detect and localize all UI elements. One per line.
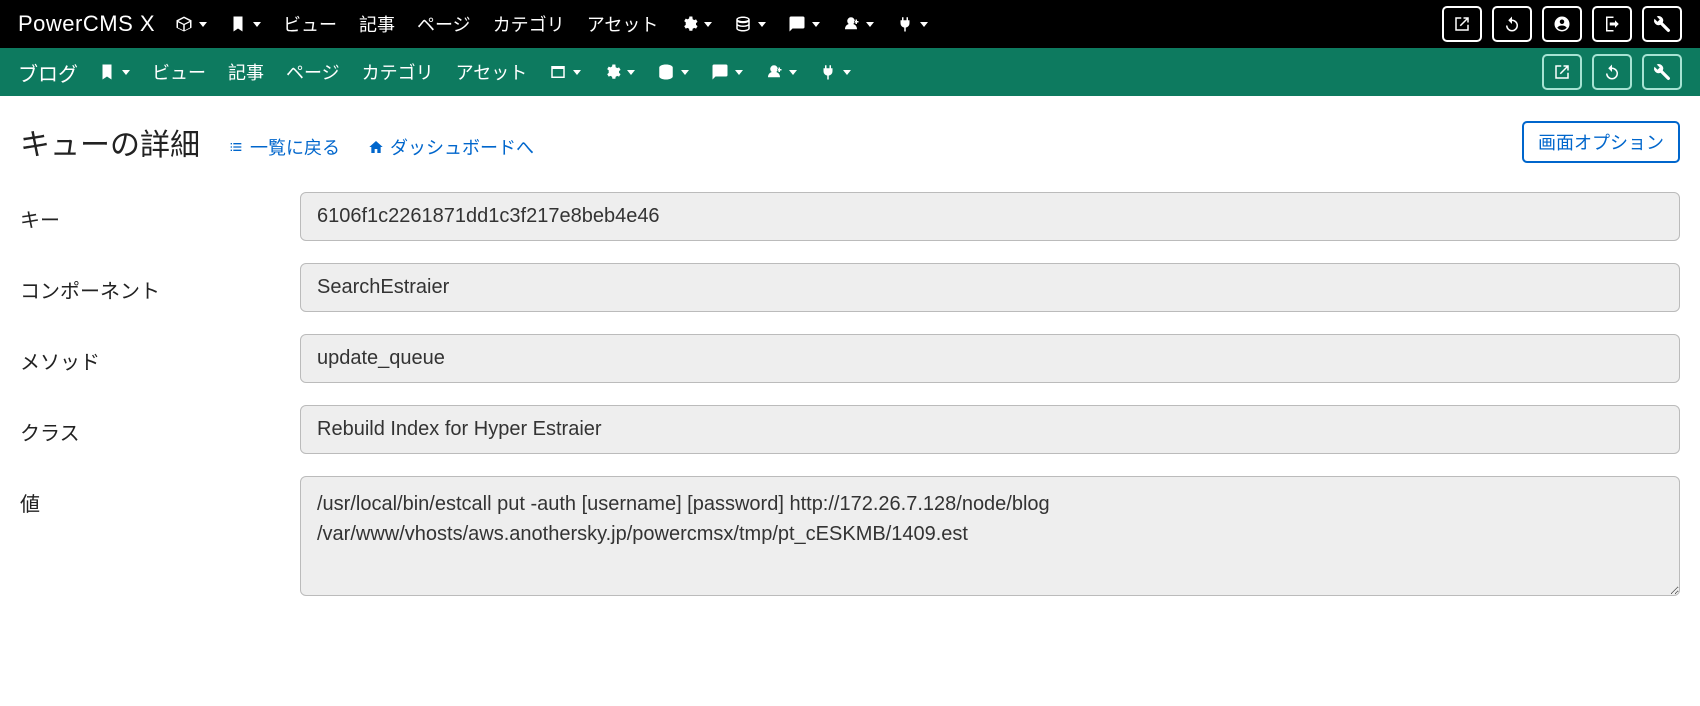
user-circle-icon	[1553, 15, 1571, 33]
topnav-page[interactable]: ページ	[409, 11, 479, 37]
user-plus-icon	[765, 63, 783, 81]
page-header: キューの詳細 一覧に戻る ダッシュボードへ 画面オプション	[20, 120, 1680, 164]
page-title: キューの詳細	[20, 120, 200, 164]
scope-wrench-button[interactable]	[1642, 54, 1682, 90]
external-link-icon	[1553, 63, 1571, 81]
external-link-icon	[1453, 15, 1471, 33]
topnav-entry[interactable]: 記事	[351, 11, 403, 37]
back-to-list-link[interactable]: 一覧に戻る	[228, 134, 340, 160]
refresh-button[interactable]	[1492, 6, 1532, 42]
sign-out-icon	[1603, 15, 1621, 33]
label-component: コンポーネント	[20, 263, 300, 304]
input-key[interactable]	[300, 192, 1680, 241]
logout-button[interactable]	[1592, 6, 1632, 42]
gear-icon	[603, 63, 621, 81]
field-row-method: メソッド	[20, 334, 1680, 383]
bookmark-icon	[98, 63, 116, 81]
label-class: クラス	[20, 405, 300, 446]
plug-icon	[819, 63, 837, 81]
list-icon	[228, 139, 244, 155]
to-dashboard-label: ダッシュボードへ	[390, 134, 534, 160]
wrench-icon	[1653, 15, 1671, 33]
gear-icon	[680, 15, 698, 33]
database-icon	[734, 15, 752, 33]
scopebar-right	[1542, 54, 1682, 90]
scope-open-external-button[interactable]	[1542, 54, 1582, 90]
label-method: メソッド	[20, 334, 300, 375]
comments-menu[interactable]	[780, 15, 828, 33]
to-dashboard-link[interactable]: ダッシュボードへ	[368, 134, 534, 160]
plugin-menu[interactable]	[888, 15, 936, 33]
gear-menu[interactable]	[672, 15, 720, 33]
system-topbar: PowerCMS X ビュー 記事 ページ カテゴリ アセット	[0, 0, 1700, 48]
database-menu[interactable]	[726, 15, 774, 33]
scope-nav-asset[interactable]: アセット	[448, 59, 536, 85]
brand-logo[interactable]: PowerCMS X	[18, 11, 155, 37]
scope-bar: ブログ ビュー 記事 ページ カテゴリ アセット	[0, 48, 1700, 96]
topnav-view[interactable]: ビュー	[275, 11, 345, 37]
comments-icon	[788, 15, 806, 33]
input-class[interactable]	[300, 405, 1680, 454]
home-icon	[368, 139, 384, 155]
scope-comments-menu[interactable]	[703, 63, 751, 81]
open-external-button[interactable]	[1442, 6, 1482, 42]
field-row-key: キー	[20, 192, 1680, 241]
scope-user-add-menu[interactable]	[757, 63, 805, 81]
screen-options-button[interactable]: 画面オプション	[1522, 121, 1680, 163]
scope-nav-entry[interactable]: 記事	[220, 59, 272, 85]
plug-icon	[896, 15, 914, 33]
scope-nav-view[interactable]: ビュー	[144, 59, 214, 85]
scopebar-left: ブログ ビュー 記事 ページ カテゴリ アセット	[18, 58, 859, 87]
scope-nav-category[interactable]: カテゴリ	[354, 59, 442, 85]
scope-database-menu[interactable]	[649, 63, 697, 81]
wrench-icon	[1653, 63, 1671, 81]
page-content: キューの詳細 一覧に戻る ダッシュボードへ 画面オプション キー コンポーネント…	[0, 96, 1700, 647]
topbar-right	[1442, 6, 1682, 42]
scope-plugin-menu[interactable]	[811, 63, 859, 81]
topnav-asset[interactable]: アセット	[579, 11, 667, 37]
scope-gear-menu[interactable]	[595, 63, 643, 81]
textarea-value[interactable]	[300, 476, 1680, 596]
input-component[interactable]	[300, 263, 1680, 312]
wrench-button[interactable]	[1642, 6, 1682, 42]
field-row-component: コンポーネント	[20, 263, 1680, 312]
user-button[interactable]	[1542, 6, 1582, 42]
topnav-category[interactable]: カテゴリ	[485, 11, 573, 37]
window-icon	[549, 63, 567, 81]
database-icon	[657, 63, 675, 81]
cube-menu[interactable]	[167, 15, 215, 33]
scope-refresh-button[interactable]	[1592, 54, 1632, 90]
input-method[interactable]	[300, 334, 1680, 383]
label-value: 値	[20, 476, 300, 517]
bookmark-menu[interactable]	[221, 15, 269, 33]
scope-name[interactable]: ブログ	[18, 58, 78, 87]
cube-icon	[175, 15, 193, 33]
bookmark-icon	[229, 15, 247, 33]
topbar-left: PowerCMS X ビュー 記事 ページ カテゴリ アセット	[18, 11, 936, 37]
refresh-icon	[1503, 15, 1521, 33]
back-to-list-label: 一覧に戻る	[250, 134, 340, 160]
refresh-icon	[1603, 63, 1621, 81]
scope-bookmark-menu[interactable]	[90, 63, 138, 81]
comments-icon	[711, 63, 729, 81]
user-plus-icon	[842, 15, 860, 33]
user-add-menu[interactable]	[834, 15, 882, 33]
field-row-value: 値	[20, 476, 1680, 601]
scope-nav-page[interactable]: ページ	[278, 59, 348, 85]
page-header-left: キューの詳細 一覧に戻る ダッシュボードへ	[20, 120, 534, 164]
scope-window-menu[interactable]	[541, 63, 589, 81]
field-row-class: クラス	[20, 405, 1680, 454]
label-key: キー	[20, 192, 300, 233]
